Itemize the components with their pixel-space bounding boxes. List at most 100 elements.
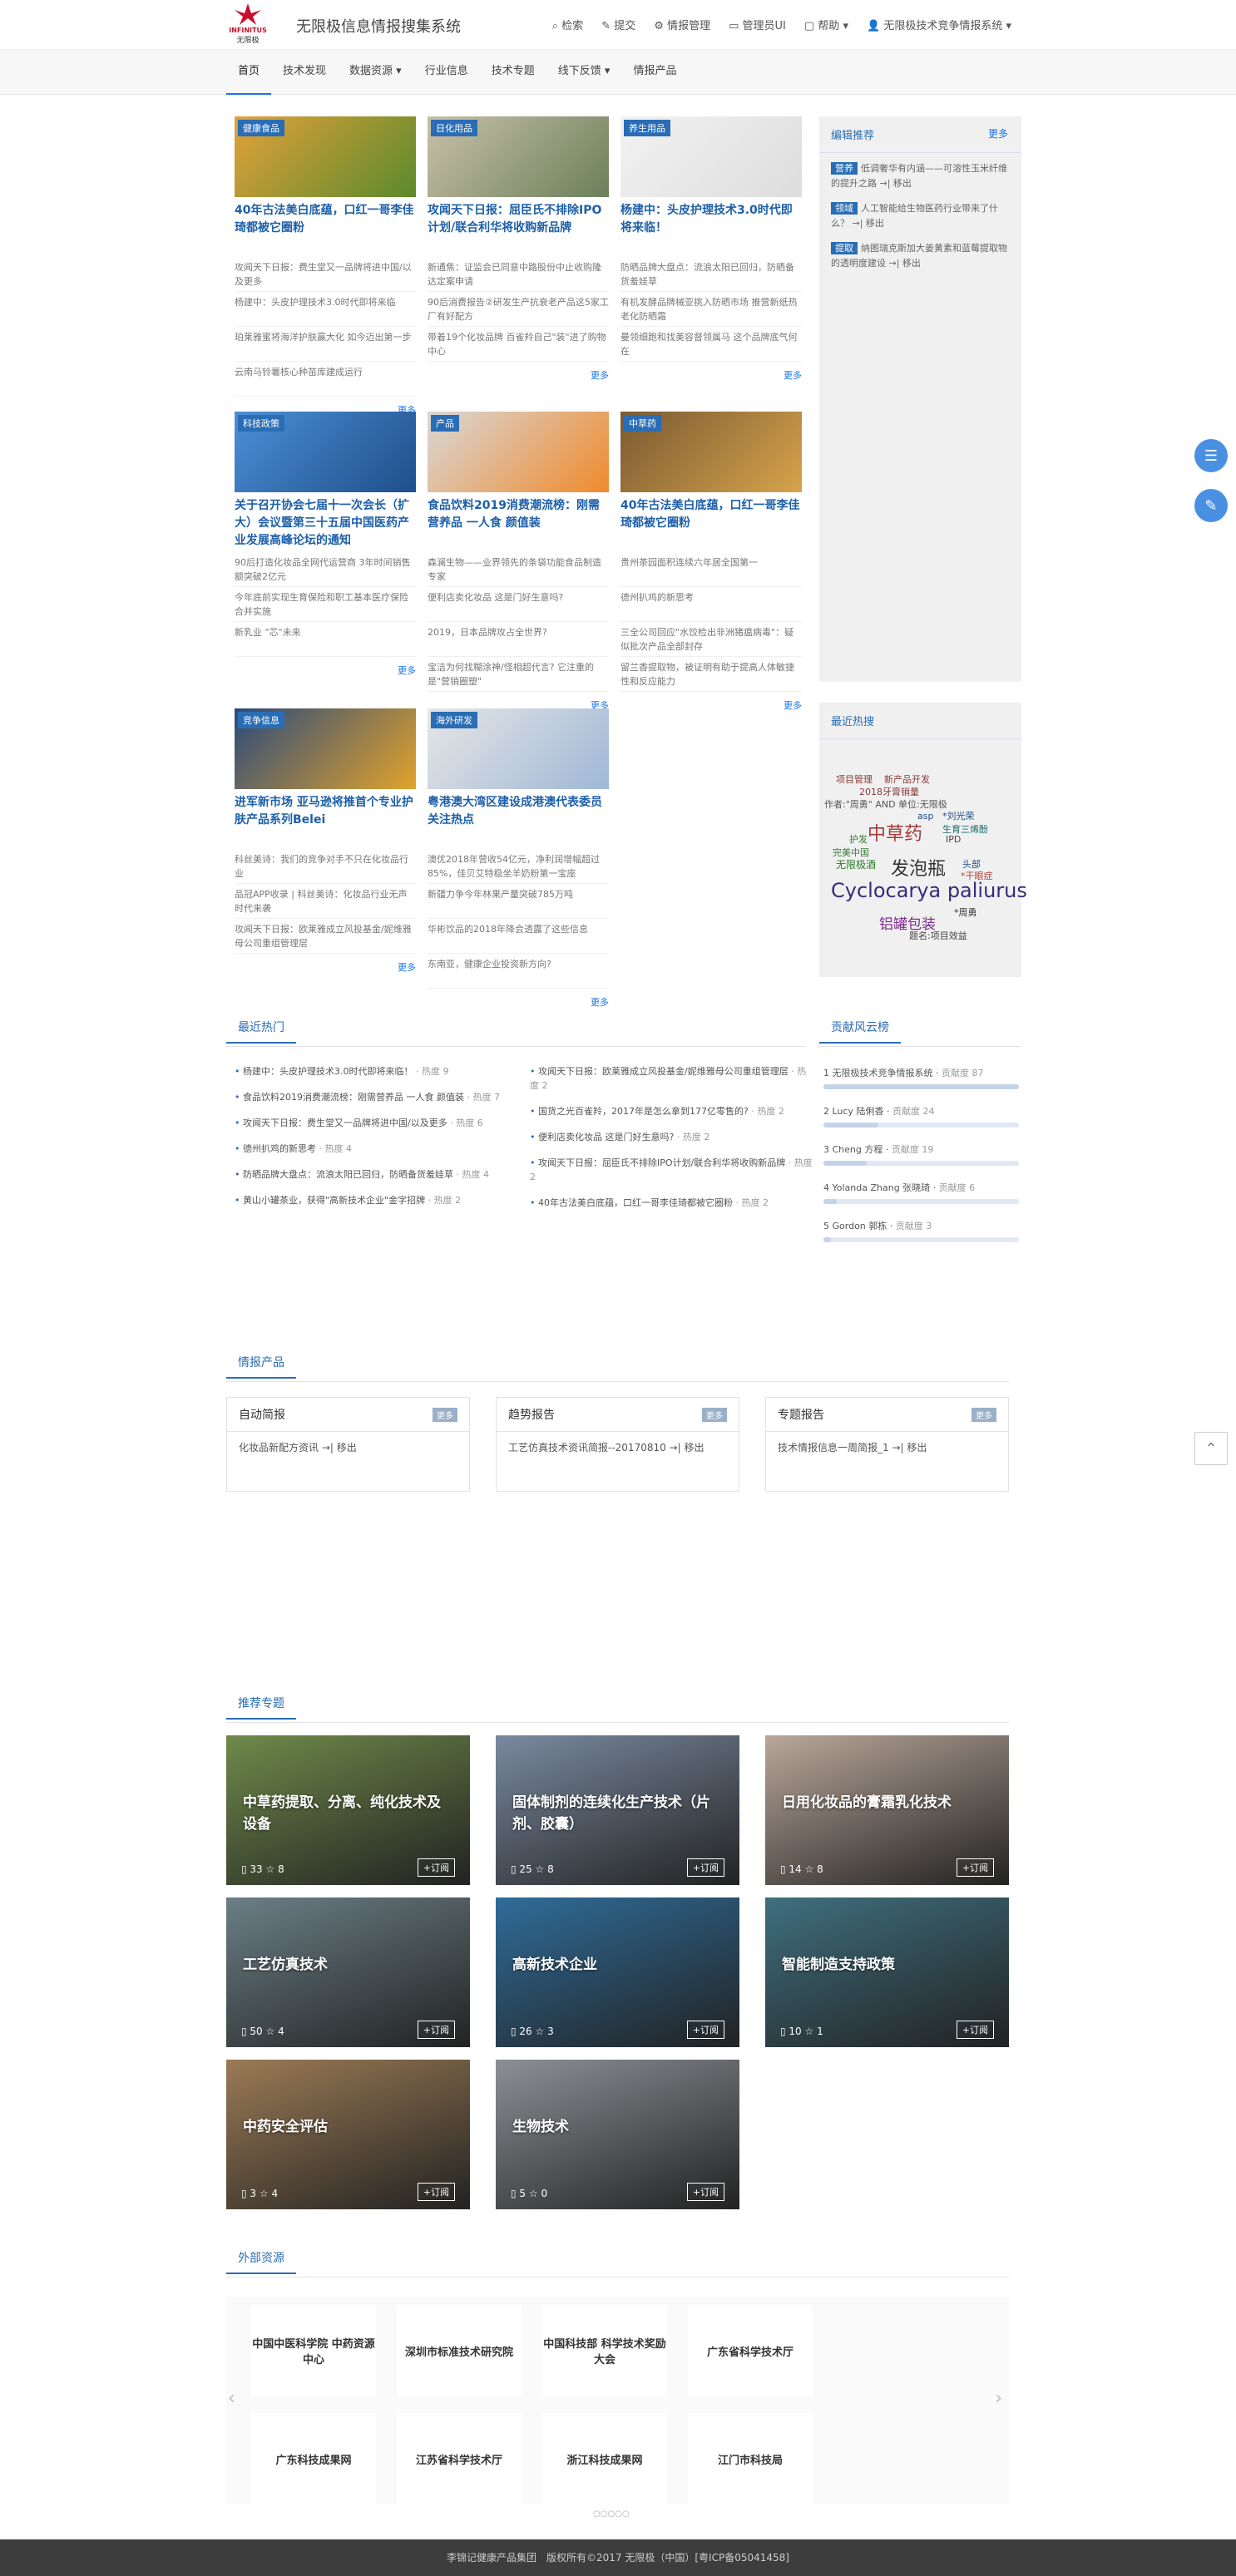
menu-intel-products[interactable]: 情报产品 (621, 50, 688, 95)
card-image[interactable]: 养生用品 (620, 116, 802, 197)
search-keyword[interactable]: 2018牙膏销量 (859, 785, 919, 798)
card-title[interactable]: 食品饮料2019消费潮流榜：刚需营养品 一人食 颜值装 (428, 497, 609, 552)
card-news-item[interactable]: 东南亚，健康企业投资新方向? (428, 954, 609, 989)
menu-topics[interactable]: 技术专题 (480, 50, 546, 95)
hot-item-title[interactable]: 40年古法美白底蕴，口红一哥李佳琦都被它圈粉 (538, 1197, 733, 1208)
card-image[interactable]: 海外研发 (428, 708, 609, 789)
search-keyword[interactable]: 题名:项目效益 (909, 929, 967, 942)
product-item[interactable]: 技术情报信息一周简报_1 →| 移出 (766, 1432, 1008, 1463)
search-keyword[interactable]: 作者:"周勇" AND 单位:无限极 (824, 797, 947, 811)
menu-offline-feedback[interactable]: 线下反馈 ▾ (546, 50, 622, 95)
more-link[interactable]: 更多 (620, 368, 802, 382)
rank-name[interactable]: Cheng 方程 (833, 1144, 883, 1155)
card-title[interactable]: 40年古法美白底蕴，口红一哥李佳琦都被它圈粉 (620, 497, 802, 552)
search-keyword[interactable]: 项目管理 (836, 772, 873, 786)
topic-card[interactable]: 高新技术企业 ▯ 26 ☆ 3 +订阅 (496, 1897, 739, 2047)
card-title[interactable]: 攻闻天下日报：屈臣氏不排除IPO计划/联合利华将收购新品牌 (428, 202, 609, 257)
card-news-item[interactable]: 90后消费报告②研发生产抗衰老产品这5家工厂有好配方 (428, 292, 609, 327)
more-link[interactable]: 更多 (428, 995, 609, 1009)
hot-item[interactable]: • 食品饮料2019消费潮流榜：刚需营养品 一人食 颜值装 · 热度 7 (235, 1090, 517, 1104)
search-keyword[interactable]: 护发 (849, 832, 868, 846)
topic-name[interactable]: 工艺仿真技术 (243, 1954, 451, 1976)
topic-name[interactable]: 高新技术企业 (512, 1954, 720, 1976)
hot-item-title[interactable]: 杨建中：头皮护理技术3.0时代即将来临！ (243, 1066, 413, 1077)
external-link[interactable]: 江门市科技局 (688, 2413, 813, 2504)
card-news-item[interactable]: 科丝美诗：我们的竞争对手不只在化妆品行业 (235, 849, 416, 884)
more-badge[interactable]: 更多 (702, 1408, 727, 1422)
topic-card[interactable]: 工艺仿真技术 ▯ 50 ☆ 4 +订阅 (226, 1897, 470, 2047)
card-title[interactable]: 粤港澳大湾区建设成港澳代表委员关注热点 (428, 794, 609, 849)
card-news-item[interactable]: 杨建中：头皮护理技术3.0时代即将来临 (235, 292, 416, 327)
card-news-item[interactable]: 防晒品牌大盘点：流浪太阳已回归，防晒备货羞娃草 (620, 257, 802, 292)
nav-help[interactable]: ▢ 帮助 ▾ (804, 17, 848, 32)
card-news-item[interactable]: 澳优2018年营收54亿元，净利润增幅超过85%，佳贝艾特稳坐羊奶粉第一宝座 (428, 849, 609, 884)
card-news-item[interactable]: 德州扒鸡的新思考 (620, 587, 802, 622)
card-image[interactable]: 中草药 (620, 412, 802, 492)
rank-item[interactable]: 2 Lucy 陆俐香 · 贡献度 24 (823, 1104, 1019, 1128)
nav-admin[interactable]: ▭ 管理员UI (729, 17, 786, 32)
search-keyword[interactable]: IPD (946, 834, 961, 845)
topic-name[interactable]: 日用化妆品的膏霜乳化技术 (782, 1792, 990, 1814)
topic-card[interactable]: 固体制剂的连续化生产技术（片剂、胶囊） ▯ 25 ☆ 8 +订阅 (496, 1735, 739, 1885)
topic-name[interactable]: 智能制造支持政策 (782, 1954, 990, 1976)
card-news-item[interactable]: 珀莱雅蜜将海洋护肤赢大化 如今迈出第一步 (235, 327, 416, 362)
card-title[interactable]: 关于召开协会七届十一次会长（扩大）会议暨第三十五届中国医药产业发展高峰论坛的通知 (235, 497, 416, 552)
search-keyword[interactable]: 无限极酒 (836, 857, 876, 871)
search-keyword[interactable]: 发泡瓶 (891, 854, 946, 881)
product-item[interactable]: 工艺仿真技术资讯简报--20170810 →| 移出 (497, 1432, 739, 1463)
external-link[interactable]: 广东科技成果网 (251, 2413, 376, 2504)
hot-item-title[interactable]: 防晒品牌大盘点：流浪太阳已回归，防晒备货羞娃草 (243, 1169, 453, 1180)
rank-name[interactable]: 无限极技术竞争情报系统 (833, 1068, 933, 1078)
rank-item[interactable]: 3 Cheng 方程 · 贡献度 19 (823, 1142, 1019, 1166)
search-keyword[interactable]: *周勇 (954, 906, 977, 919)
hot-item-title[interactable]: 攻闻天下日报：欧莱雅成立风投基金/妮维雅母公司重组管理层 (538, 1066, 789, 1077)
remove-link[interactable]: →| 移出 (853, 218, 884, 229)
hot-item-title[interactable]: 便利店卖化妆品 这是门好生意吗? (538, 1132, 674, 1142)
nav-user[interactable]: 👤 无限极技术竞争情报系统 ▾ (867, 17, 1011, 32)
subscribe-button[interactable]: +订阅 (686, 2183, 724, 2201)
card-news-item[interactable]: 新疆力争今年林果产量突破785万吨 (428, 884, 609, 919)
carousel-prev-icon[interactable]: ‹ (228, 2388, 235, 2409)
editor-item[interactable]: 营养 低调奢华有内涵——可溶性玉米纤维的提升之路 →| 移出 (819, 153, 1021, 193)
remove-link[interactable]: →| 移出 (889, 258, 921, 269)
hot-item[interactable]: • 杨建中：头皮护理技术3.0时代即将来临！ · 热度 9 (235, 1064, 517, 1078)
card-news-item[interactable]: 贵州茶园面积连续六年居全国第一 (620, 552, 802, 587)
rank-name[interactable]: Gordon 郭栋 (833, 1221, 887, 1231)
card-news-item[interactable]: 三全公司回应"水饺检出非洲猪瘟病毒"：疑似批次产品全部封存 (620, 622, 802, 657)
card-news-item[interactable]: 森澜生物——业界领先的条袋功能食品制造专家 (428, 552, 609, 587)
more-link[interactable]: 更多 (235, 960, 416, 974)
menu-industry[interactable]: 行业信息 (413, 50, 480, 95)
subscribe-button[interactable]: +订阅 (417, 2021, 455, 2039)
topic-card[interactable]: 中草药提取、分离、纯化技术及设备 ▯ 33 ☆ 8 +订阅 (226, 1735, 470, 1885)
card-news-item[interactable]: 今年底前实现生育保险和职工基本医疗保险合并实施 (235, 587, 416, 622)
card-news-item[interactable]: 便利店卖化妆品 这是门好生意吗? (428, 587, 609, 622)
menu-tech-discovery[interactable]: 技术发现 (271, 50, 338, 95)
nav-intel-manage[interactable]: ⚙ 情报管理 (654, 17, 710, 32)
rank-item[interactable]: 5 Gordon 郭栋 · 贡献度 3 (823, 1219, 1019, 1242)
topic-card[interactable]: 智能制造支持政策 ▯ 10 ☆ 1 +订阅 (765, 1897, 1009, 2047)
card-news-item[interactable]: 90后打造化妆品全网代运营商 3年时间销售额突破2亿元 (235, 552, 416, 587)
external-link[interactable]: 江苏省科学技术厅 (397, 2413, 522, 2504)
card-news-item[interactable]: 2019，日本品牌攻占全世界? (428, 622, 609, 657)
external-link[interactable]: 广东省科学技术厅 (688, 2305, 813, 2396)
topic-card[interactable]: 日用化妆品的膏霜乳化技术 ▯ 14 ☆ 8 +订阅 (765, 1735, 1009, 1885)
carousel-dots[interactable]: ○○○○○ (593, 2509, 630, 2519)
more-link[interactable]: 更多 (428, 368, 609, 382)
search-keyword[interactable]: 中草药 (868, 819, 922, 846)
hot-item[interactable]: • 国货之光百雀羚，2017年是怎么拿到177亿零售的? · 热度 2 (530, 1104, 813, 1118)
rank-item[interactable]: 4 Yolanda Zhang 张晓琦 · 贡献度 6 (823, 1181, 1019, 1204)
hot-item[interactable]: • 防晒品牌大盘点：流浪太阳已回归，防晒备货羞娃草 · 热度 4 (235, 1167, 517, 1182)
external-link[interactable]: 浙江科技成果网 (542, 2413, 667, 2504)
nav-submit[interactable]: ✎ 提交 (601, 17, 635, 32)
hot-item[interactable]: • 攻闻天下日报：费生堂又一品牌将进中国/以及更多 · 热度 6 (235, 1116, 517, 1130)
card-news-item[interactable]: 有机发酵品牌械亚挑入防晒市场 推营新纸热老化防晒霜 (620, 292, 802, 327)
external-link[interactable]: 中国中医科学院 中药资源中心 (251, 2305, 376, 2396)
back-to-top-button[interactable]: ⌃ (1194, 1432, 1228, 1465)
card-title[interactable]: 40年古法美白底蕴，口红一哥李佳琦都被它圈粉 (235, 202, 416, 257)
hot-item-title[interactable]: 国货之光百雀羚，2017年是怎么拿到177亿零售的? (538, 1106, 749, 1117)
subscribe-button[interactable]: +订阅 (956, 1858, 994, 1877)
menu-home[interactable]: 首页 (226, 50, 272, 95)
card-news-item[interactable]: 宝洁为何找糊涂神/怪相超代言? 它注重的是"营销圈塑" (428, 657, 609, 692)
editor-more-link[interactable]: 更多 (988, 126, 1008, 141)
hot-item-title[interactable]: 攻闻天下日报：费生堂又一品牌将进中国/以及更多 (243, 1118, 447, 1128)
